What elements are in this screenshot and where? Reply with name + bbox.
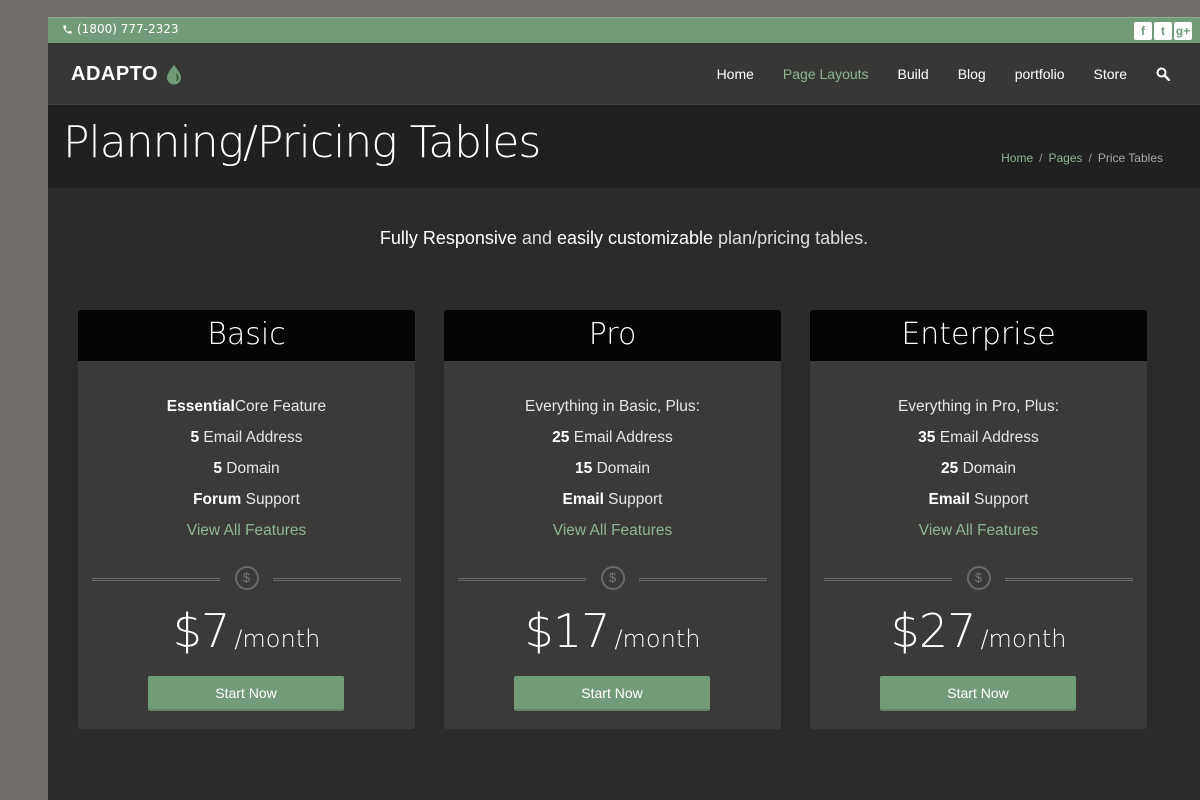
dollar-icon: $ <box>235 566 259 590</box>
logo[interactable]: ADAPTO <box>71 63 182 86</box>
intro-text: Fully Responsive and easily customizable… <box>48 228 1200 249</box>
view-all-features-link[interactable]: View All Features <box>444 515 781 546</box>
nav-portfolio[interactable]: portfolio <box>1015 66 1065 82</box>
pricing-card-pro: Pro Everything in Basic, Plus: 25 Email … <box>444 310 781 729</box>
phone-number: (1800) 777-2323 <box>77 22 179 36</box>
price-divider: $ <box>92 566 401 592</box>
breadcrumb-separator: / <box>1039 151 1042 165</box>
feature-item: 25 Domain <box>810 453 1147 484</box>
price-amount: $17 <box>525 604 610 658</box>
intro-highlight-1: Fully Responsive <box>380 228 517 248</box>
nav-page-layouts[interactable]: Page Layouts <box>783 66 869 82</box>
start-now-button[interactable]: Start Now <box>514 676 710 711</box>
intro-highlight-2: easily customizable <box>557 228 713 248</box>
pricing-card-basic: Basic EssentialCore Feature 5 Email Addr… <box>78 310 415 729</box>
price-period: /month <box>980 625 1066 653</box>
google-plus-icon[interactable]: g+ <box>1174 22 1192 40</box>
feature-list: Everything in Pro, Plus: 35 Email Addres… <box>810 361 1147 546</box>
feature-item: 25 Email Address <box>444 422 781 453</box>
social-links: f t g+ <box>1134 22 1192 40</box>
feature-list: Everything in Basic, Plus: 25 Email Addr… <box>444 361 781 546</box>
feature-item: Forum Support <box>78 484 415 515</box>
site-header: ADAPTO Home Page Layouts Build Blog port… <box>48 43 1200 105</box>
feature-item: Everything in Pro, Plus: <box>810 391 1147 422</box>
plan-name: Pro <box>444 310 781 361</box>
nav-home[interactable]: Home <box>717 66 754 82</box>
search-icon[interactable] <box>1156 67 1170 81</box>
feature-item: 5 Domain <box>78 453 415 484</box>
feature-item: 5 Email Address <box>78 422 415 453</box>
pricing-card-enterprise: Enterprise Everything in Pro, Plus: 35 E… <box>810 310 1147 729</box>
price: $17 /month <box>444 604 781 658</box>
intro-text-2: and <box>517 228 557 248</box>
page-title-band: Planning/Pricing Tables Home / Pages / P… <box>48 105 1200 188</box>
phone-contact[interactable]: (1800) 777-2323 <box>62 22 179 36</box>
intro-text-4: plan/pricing tables. <box>713 228 868 248</box>
nav-build[interactable]: Build <box>898 66 929 82</box>
feature-item: Email Support <box>810 484 1147 515</box>
breadcrumb: Home / Pages / Price Tables <box>1001 151 1163 165</box>
view-all-features-link[interactable]: View All Features <box>810 515 1147 546</box>
start-now-button[interactable]: Start Now <box>880 676 1076 711</box>
price-divider: $ <box>458 566 767 592</box>
dollar-icon: $ <box>967 566 991 590</box>
logo-text: ADAPTO <box>71 63 158 86</box>
price-amount: $7 <box>173 604 230 658</box>
breadcrumb-current: Price Tables <box>1098 151 1163 165</box>
breadcrumb-home[interactable]: Home <box>1001 151 1033 165</box>
price-amount: $27 <box>891 604 976 658</box>
nav-blog[interactable]: Blog <box>958 66 986 82</box>
droplet-icon <box>166 65 182 85</box>
nav-store[interactable]: Store <box>1094 66 1127 82</box>
breadcrumb-separator: / <box>1089 151 1092 165</box>
price-period: /month <box>614 625 700 653</box>
dollar-icon: $ <box>601 566 625 590</box>
top-bar: (1800) 777-2323 f t g+ <box>48 17 1200 43</box>
phone-icon <box>62 24 73 35</box>
feature-item: EssentialCore Feature <box>78 391 415 422</box>
price-divider: $ <box>824 566 1133 592</box>
view-all-features-link[interactable]: View All Features <box>78 515 415 546</box>
site-container: (1800) 777-2323 f t g+ ADAPTO Home Page … <box>48 17 1200 800</box>
page-title: Planning/Pricing Tables <box>63 117 540 168</box>
feature-list: EssentialCore Feature 5 Email Address 5 … <box>78 361 415 546</box>
plan-name: Enterprise <box>810 310 1147 361</box>
feature-item: Email Support <box>444 484 781 515</box>
feature-item: 35 Email Address <box>810 422 1147 453</box>
feature-item: 15 Domain <box>444 453 781 484</box>
start-now-button[interactable]: Start Now <box>148 676 344 711</box>
main-nav: Home Page Layouts Build Blog portfolio S… <box>717 43 1200 105</box>
price-period: /month <box>234 625 320 653</box>
plan-name: Basic <box>78 310 415 361</box>
breadcrumb-pages[interactable]: Pages <box>1048 151 1082 165</box>
twitter-icon[interactable]: t <box>1154 22 1172 40</box>
price: $27 /month <box>810 604 1147 658</box>
feature-item: Everything in Basic, Plus: <box>444 391 781 422</box>
price: $7 /month <box>78 604 415 658</box>
facebook-icon[interactable]: f <box>1134 22 1152 40</box>
